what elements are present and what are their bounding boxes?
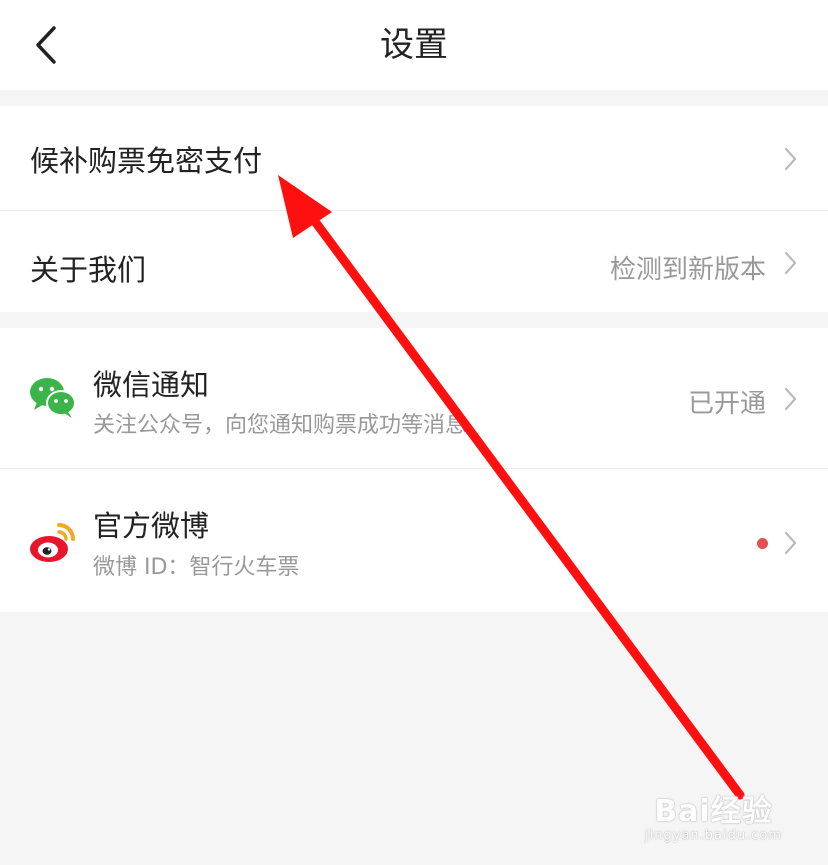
nav-bar: 设置 bbox=[0, 0, 828, 90]
wechat-icon bbox=[28, 372, 78, 422]
chevron-right-icon bbox=[784, 531, 797, 555]
row-label: 关于我们 bbox=[30, 253, 147, 287]
row-subtitle: 关注公众号，向您通知购票成功等消息 bbox=[93, 413, 468, 438]
row-waitlist-password-free-pay[interactable]: 候补购票免密支付 bbox=[0, 106, 828, 210]
chevron-right-icon bbox=[784, 147, 797, 171]
page-title: 设置 bbox=[380, 25, 448, 65]
row-wechat-notification[interactable]: 微信通知 关注公众号，向您通知购票成功等消息 已开通 bbox=[0, 328, 828, 468]
wechat-status: 已开通 bbox=[687, 389, 766, 419]
watermark-logo: Bai经验 jingyan.baidu.com bbox=[645, 786, 782, 843]
new-badge-dot bbox=[757, 538, 768, 549]
row-label: 微信通知 bbox=[93, 368, 210, 402]
row-label: 官方微博 bbox=[93, 509, 210, 543]
chevron-right-icon bbox=[784, 251, 797, 275]
weibo-icon bbox=[28, 517, 78, 567]
watermark-main: Bai经验 bbox=[654, 794, 773, 829]
settings-group-2: 微信通知 关注公众号，向您通知购票成功等消息 已开通 官方微博 微博 ID：智行… bbox=[0, 328, 828, 612]
row-subtitle: 微博 ID：智行火车票 bbox=[93, 555, 300, 580]
row-about-us[interactable]: 关于我们 检测到新版本 bbox=[0, 211, 828, 312]
row-official-weibo[interactable]: 官方微博 微博 ID：智行火车票 bbox=[0, 469, 828, 612]
chevron-right-icon bbox=[784, 387, 797, 411]
settings-group-1: 候补购票免密支付 关于我们 检测到新版本 bbox=[0, 106, 828, 312]
row-label: 候补购票免密支付 bbox=[30, 144, 263, 178]
new-version-status: 检测到新版本 bbox=[609, 255, 766, 285]
watermark-sub: jingyan.baidu.com bbox=[645, 828, 782, 843]
